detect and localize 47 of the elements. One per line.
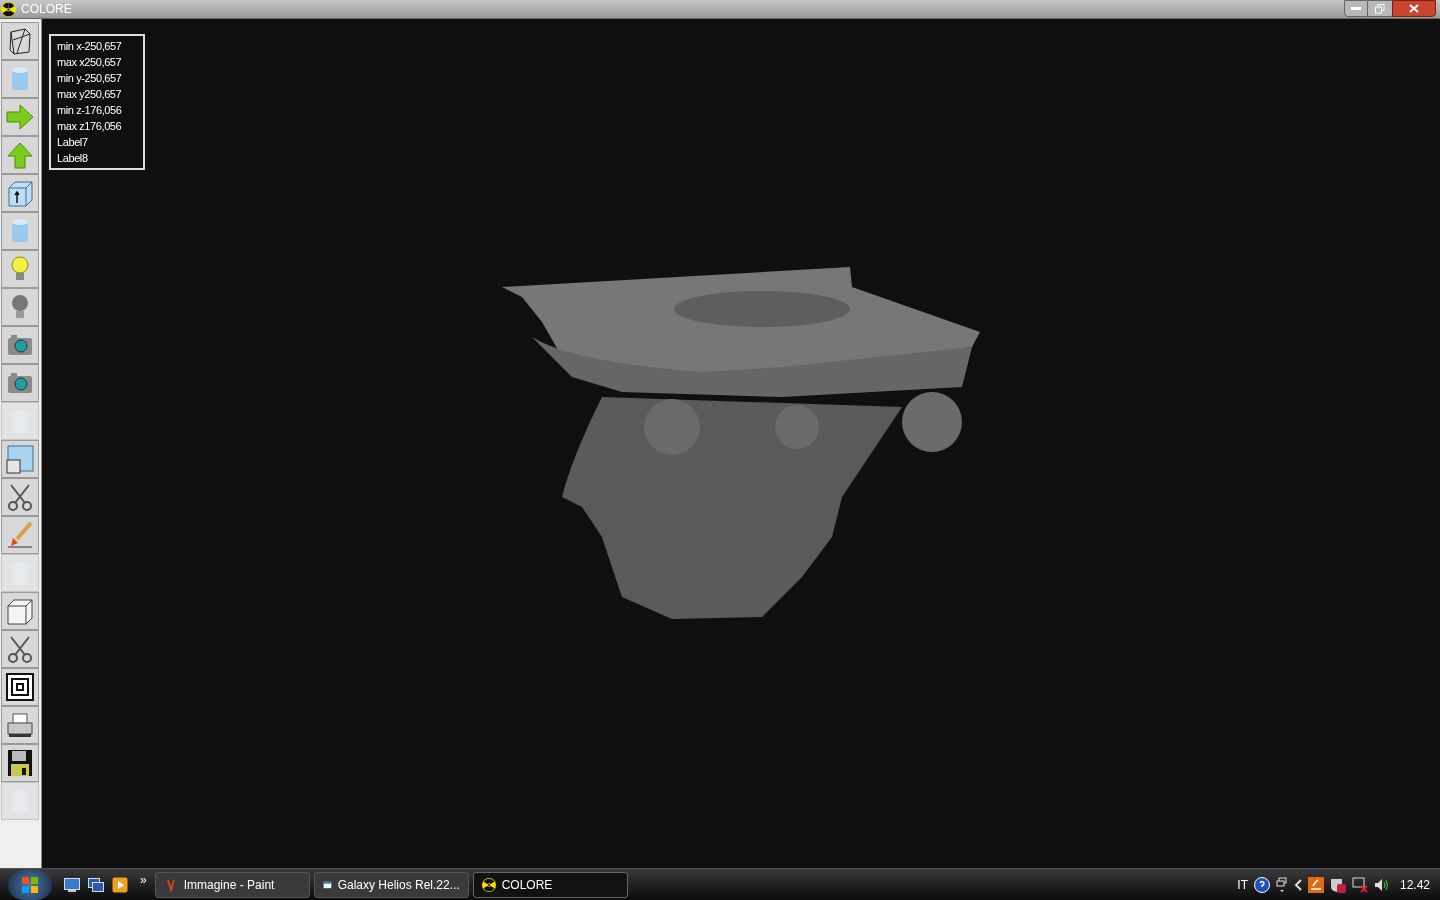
close-icon	[1409, 4, 1419, 13]
help-icon[interactable]	[1253, 876, 1270, 893]
cube-icon	[5, 596, 35, 626]
language-indicator[interactable]: IT	[1237, 875, 1248, 894]
shield-icon[interactable]	[1329, 876, 1346, 893]
start-button[interactable]	[8, 869, 52, 900]
minimize-icon	[1351, 6, 1361, 11]
concentric-squares-icon	[5, 672, 35, 702]
tool-button[interactable]	[1, 706, 39, 744]
overflow-button[interactable]: »	[138, 871, 149, 889]
info-label: Label7	[57, 135, 89, 150]
restore-button[interactable]	[1368, 0, 1392, 17]
radiation-icon	[1, 1, 16, 17]
info-label: Label8	[57, 151, 89, 166]
info-label: min x-250,657	[57, 39, 123, 54]
scissors-icon	[5, 634, 35, 664]
radiation-icon	[481, 877, 496, 892]
info-label: max z176,056	[57, 119, 123, 134]
tool-button[interactable]	[1, 744, 39, 782]
tool-button[interactable]	[1, 22, 39, 60]
brush-icon	[5, 520, 35, 550]
window-title: COLORE	[21, 3, 72, 15]
desktop-icon[interactable]	[64, 877, 80, 892]
tool-button[interactable]	[1, 668, 39, 706]
info-label: min y-250,657	[57, 71, 123, 86]
minimize-button[interactable]	[1344, 0, 1368, 17]
network-disconnected-icon[interactable]	[1351, 876, 1368, 893]
arrow-right-icon	[5, 102, 35, 132]
windows-logo-icon	[21, 875, 39, 894]
printer-icon	[5, 710, 35, 740]
info-label: max x250,657	[57, 55, 123, 70]
media-player-icon[interactable]	[112, 876, 128, 893]
info-label: min z-176,056	[57, 103, 123, 118]
scissors-icon	[5, 482, 35, 512]
windows-icon[interactable]	[1275, 876, 1288, 893]
restore-icon	[1375, 3, 1385, 14]
taskbar-button[interactable]: COLORE	[472, 871, 628, 898]
arrow-up-icon	[5, 140, 35, 170]
close-button[interactable]	[1392, 0, 1436, 17]
clock[interactable]: 12.42	[1399, 875, 1430, 894]
taskbar-button[interactable]: Immagine - Paint	[154, 871, 310, 898]
chevron-left-icon[interactable]	[1293, 878, 1302, 891]
info-label: max y250,657	[57, 87, 123, 102]
cube-arrow-icon	[5, 178, 35, 208]
windows-switch-icon[interactable]	[88, 877, 104, 892]
taskbar-button[interactable]: Galaxy Helios Rel.22...	[313, 871, 469, 898]
windows-overlap-icon	[5, 444, 35, 474]
